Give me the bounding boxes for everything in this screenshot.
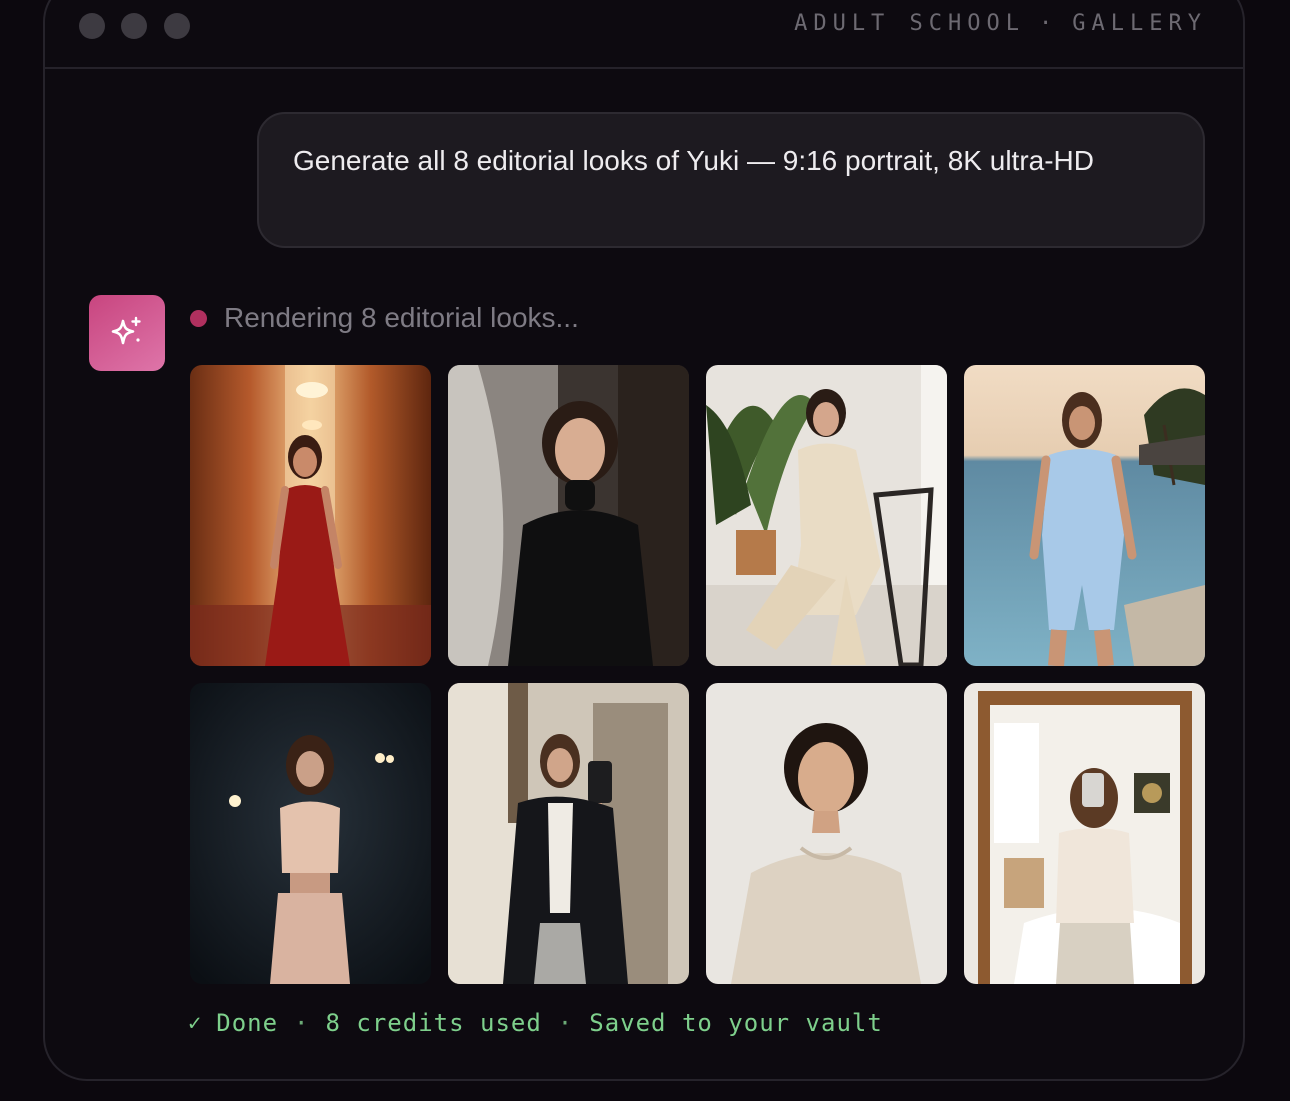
window-title-separator: ·: [1039, 11, 1059, 36]
minimize-window-dot[interactable]: [121, 13, 147, 39]
gallery-image-5[interactable]: [190, 683, 431, 984]
look-image-black-turtleneck: [448, 365, 689, 666]
check-icon: ✓: [188, 1010, 203, 1036]
gallery-image-7[interactable]: [706, 683, 947, 984]
completion-summary: ✓ Done · 8 credits used · Saved to your …: [188, 1009, 883, 1037]
gallery-image-6[interactable]: [448, 683, 689, 984]
gallery-image-3[interactable]: [706, 365, 947, 666]
look-image-knit-sweater: [706, 683, 947, 984]
footer-separator: ·: [557, 1009, 574, 1037]
window-title-section: GALLERY: [1072, 11, 1207, 36]
image-gallery: [190, 365, 1205, 984]
status-text: Rendering 8 editorial looks...: [224, 302, 579, 333]
sparkles-icon: [111, 316, 141, 345]
gallery-image-2[interactable]: [448, 365, 689, 666]
credits-used-label: 8 credits used: [325, 1009, 542, 1037]
app-window: ADULT SCHOOL · GALLERY Generate all 8 edit…: [43, 0, 1245, 1081]
done-label: Done: [216, 1009, 279, 1037]
footer-separator: ·: [294, 1009, 310, 1037]
window-title-app: ADULT SCHOOL: [794, 11, 1026, 36]
look-image-blush-outfit: [190, 683, 431, 984]
user-prompt-text: Generate all 8 editorial looks of Yuki —…: [293, 145, 1094, 176]
saved-to-vault-label: Saved to your vault: [589, 1009, 883, 1037]
render-status: Rendering 8 editorial looks...: [190, 298, 579, 338]
gallery-image-1[interactable]: [190, 365, 431, 666]
close-window-dot[interactable]: [79, 13, 105, 39]
look-image-cream-trench: [706, 365, 947, 666]
assistant-avatar: [89, 295, 165, 371]
look-image-mirror-bedroom: [964, 683, 1205, 984]
window-title: ADULT SCHOOL · GALLERY: [794, 11, 1207, 36]
user-prompt-bubble: Generate all 8 editorial looks of Yuki —…: [257, 112, 1205, 248]
gallery-image-4[interactable]: [964, 365, 1205, 666]
look-image-red-dress: [190, 365, 431, 666]
look-image-blazer-selfie: [448, 683, 689, 984]
title-bar: ADULT SCHOOL · GALLERY: [45, 0, 1243, 69]
maximize-window-dot[interactable]: [164, 13, 190, 39]
gallery-image-8[interactable]: [964, 683, 1205, 984]
status-indicator-dot: [190, 309, 207, 327]
look-image-blue-romper: [964, 365, 1205, 666]
